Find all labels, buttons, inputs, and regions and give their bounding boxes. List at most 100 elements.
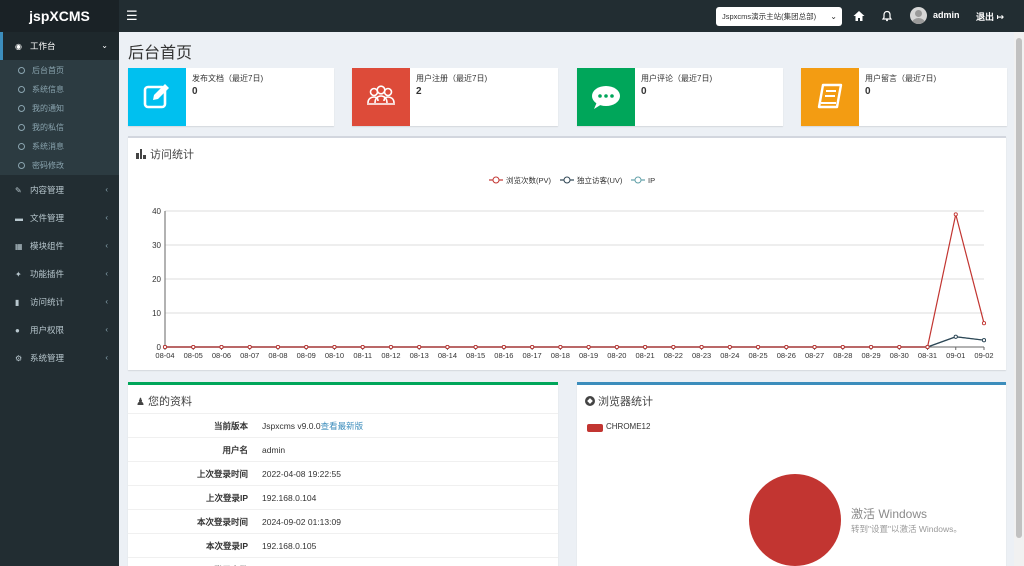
browser-statistics-panel: 浏览器统计 CHROME12 (577, 382, 1006, 566)
sidebar-item-label: 访问统计 (30, 297, 65, 307)
info-box-label: 发布文档（最近7日) (192, 74, 264, 83)
circle-icon (18, 86, 25, 93)
menu-toggle-icon[interactable]: ☰ (126, 9, 138, 23)
data-point (981, 321, 987, 326)
data-point (953, 212, 958, 217)
info-box-label: 用户留言（最近7日) (865, 74, 937, 83)
y-tick-label: 30 (152, 241, 161, 250)
sidebar-subitem-system-messages[interactable]: 系统消息 (0, 137, 119, 156)
bell-icon[interactable] (880, 9, 894, 23)
sidebar-item-permissions[interactable]: ● 用户权限 ‹ (0, 317, 119, 343)
sidebar-subitem-notifications[interactable]: 我的通知 (0, 99, 119, 118)
x-tick-label: 08-28 (833, 351, 852, 360)
sidebar-subitem-label: 我的私信 (32, 123, 64, 132)
x-tick-label: 08-24 (720, 351, 739, 360)
chevron-down-icon: ⌄ (101, 41, 108, 50)
grid-icon: ▦ (15, 242, 23, 251)
info-box-guestbook[interactable]: 用户留言（最近7日) 0 (801, 68, 1007, 126)
profile-label: 上次登录时间 (196, 469, 248, 479)
sidebar-subitem-label: 系统消息 (32, 142, 64, 151)
sidebar-subitem-messages[interactable]: 我的私信 (0, 118, 119, 137)
data-point (162, 344, 168, 350)
sidebar-subitem-home[interactable]: 后台首页 (0, 61, 119, 80)
x-tick-label: 08-16 (494, 351, 513, 360)
profile-label: 本次登录时间 (196, 517, 248, 527)
visit-statistics-panel: 访问统计 0 10 20 30 40 08-04 08-05 08-06 08-07 08-08 0… (128, 136, 1006, 370)
sidebar-item-workbench[interactable]: ◉ 工作台 ⌄ (0, 32, 119, 60)
profile-panel: ♟ 您的资料 当前版本 Jspxcms v9.0.0查看最新版 用户名 admin… (128, 382, 558, 566)
user-icon: ● (15, 326, 20, 335)
y-tick-label: 10 (152, 309, 161, 318)
info-box-value: 0 (865, 86, 871, 97)
sidebar-item-modules[interactable]: ▦ 模块组件 ‹ (0, 233, 119, 259)
profile-value: 2024-09-02 01:13:09 (262, 517, 341, 527)
data-point (219, 344, 224, 350)
x-tick-label: 08-14 (438, 351, 457, 360)
profile-value: Jspxcms v9.0.0查看最新版 (262, 414, 363, 438)
data-point (812, 344, 817, 350)
data-point (247, 344, 252, 350)
profile-value: 192.168.0.104 (262, 493, 317, 503)
data-point (756, 344, 761, 350)
sidebar-item-system[interactable]: ⚙ 系统管理 ‹ (0, 345, 119, 371)
check-latest-version-link[interactable]: 查看最新版 (321, 421, 364, 431)
data-point (614, 344, 619, 350)
logout-button[interactable]: 退出 ↦ (976, 10, 1004, 23)
x-tick-label: 08-15 (466, 351, 485, 360)
sidebar-subitem-label: 密码修改 (32, 161, 64, 170)
data-point (727, 344, 732, 350)
circle-icon (18, 124, 25, 131)
info-box-documents[interactable]: 发布文档（最近7日) 0 (128, 68, 334, 126)
data-point (586, 344, 591, 350)
x-tick-label: 08-11 (353, 351, 372, 360)
data-point (699, 344, 704, 350)
chevron-left-icon: ‹ (105, 297, 108, 306)
profile-label: 上次登录IP (205, 493, 248, 503)
scrollbar-thumb[interactable] (1016, 38, 1022, 538)
username[interactable]: admin (933, 10, 960, 20)
x-tick-label: 08-18 (551, 351, 570, 360)
x-tick-label: 08-20 (607, 351, 626, 360)
info-box-comments[interactable]: 用户评论（最近7日) 0 (577, 68, 783, 126)
profile-value: 2022-04-08 19:22:55 (262, 469, 341, 479)
sidebar-subitem-system-info[interactable]: 系统信息 (0, 80, 119, 99)
data-point (332, 344, 337, 350)
pie-slice-chrome[interactable] (749, 474, 841, 566)
info-box-registrations[interactable]: 用户注册（最近7日) 2 (352, 68, 558, 126)
y-tick-label: 20 (152, 275, 161, 284)
users-icon (352, 68, 410, 126)
profile-title: ♟ 您的资料 (136, 393, 192, 409)
page-title: 后台首页 (128, 45, 193, 62)
home-icon[interactable] (852, 9, 866, 23)
profile-row-last-login-ip: 上次登录IP 192.168.0.104 (128, 485, 558, 509)
sidebar-item-statistics[interactable]: ▮ 访问统计 ‹ (0, 289, 119, 315)
site-select[interactable]: Jspxcms演示主站(集团总部) ⌄ (716, 7, 842, 26)
book-icon (801, 68, 859, 126)
profile-row-last-login-time: 上次登录时间 2022-04-08 19:22:55 (128, 461, 558, 485)
sidebar-item-plugins[interactable]: ✦ 功能插件 ‹ (0, 261, 119, 287)
profile-value: 192.168.0.105 (262, 541, 317, 551)
avatar[interactable] (910, 7, 927, 24)
data-point (501, 344, 506, 350)
profile-value: admin (262, 445, 286, 455)
x-tick-label: 08-10 (325, 351, 344, 360)
sidebar-item-files[interactable]: ▬ 文件管理 ‹ (0, 205, 119, 231)
version-value: Jspxcms v9.0.0 (262, 421, 321, 431)
data-point (840, 344, 845, 350)
logout-label: 退出 (976, 12, 995, 22)
info-box-value: 0 (192, 86, 198, 97)
browser-pie-chart (749, 474, 841, 566)
sidebar-item-content[interactable]: ✎ 内容管理 ‹ (0, 177, 119, 203)
user-icon: ♟ (136, 397, 145, 408)
sidebar-item-label: 文件管理 (30, 213, 65, 223)
chevron-left-icon: ‹ (105, 325, 108, 334)
logo[interactable]: jspXCMS (0, 0, 119, 32)
sidebar-subitem-password[interactable]: 密码修改 (0, 156, 119, 175)
data-point (981, 338, 987, 343)
page-scrollbar[interactable] (1014, 32, 1024, 566)
chevron-left-icon: ‹ (105, 353, 108, 362)
x-tick-label: 08-06 (212, 351, 231, 360)
chevron-left-icon: ‹ (105, 269, 108, 278)
sidebar-subitem-label: 后台首页 (32, 66, 64, 75)
site-select-value: Jspxcms演示主站(集团总部) (722, 12, 817, 21)
